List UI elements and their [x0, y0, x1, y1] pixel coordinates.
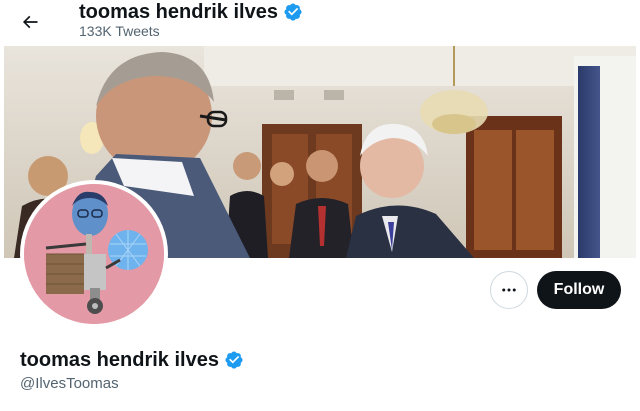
header-title: toomas hendrik ilves	[79, 1, 278, 23]
back-button[interactable]	[14, 6, 46, 38]
avatar-image	[24, 184, 164, 324]
follow-button[interactable]: Follow	[537, 271, 621, 309]
profile-name-group: toomas hendrik ilves	[20, 348, 244, 372]
more-options-button[interactable]	[490, 271, 528, 309]
more-horizontal-icon	[502, 288, 516, 292]
profile-handle: @IlvesToomas	[20, 375, 119, 392]
header-title-group: toomas hendrik ilves	[79, 0, 303, 24]
profile-display-name: toomas hendrik ilves	[20, 349, 219, 371]
arrow-left-icon	[22, 15, 38, 29]
avatar-illustration	[24, 184, 164, 324]
profile-header-bar: toomas hendrik ilves 133K Tweets	[0, 0, 640, 46]
profile-avatar[interactable]	[20, 180, 168, 328]
header-tweet-count: 133K Tweets	[79, 23, 160, 39]
verified-badge-icon	[284, 3, 302, 21]
verified-badge-icon	[225, 351, 243, 369]
